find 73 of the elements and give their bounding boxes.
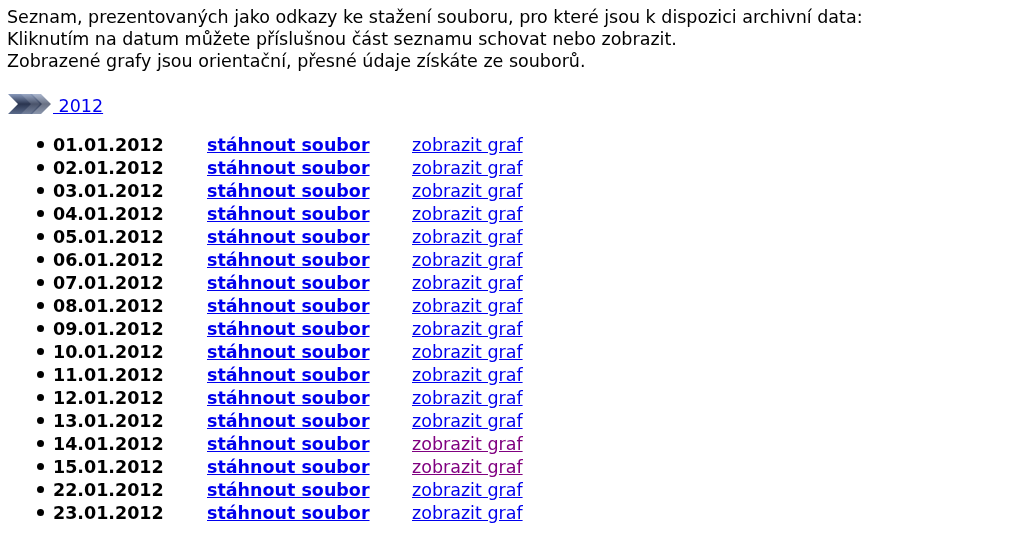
date-text: 14.01.2012 (53, 433, 165, 454)
download-link[interactable]: stáhnout soubor (207, 203, 412, 224)
download-link[interactable]: stáhnout soubor (207, 410, 412, 431)
download-link[interactable]: stáhnout soubor (207, 479, 412, 500)
chart-link[interactable]: zobrazit graf (412, 364, 523, 385)
bullet-icon (37, 417, 44, 424)
chart-link[interactable]: zobrazit graf (412, 410, 523, 431)
download-link[interactable]: stáhnout soubor (207, 272, 412, 293)
date-text: 07.01.2012 (53, 272, 165, 293)
bullet-icon (37, 141, 44, 148)
date-text: 08.01.2012 (53, 295, 165, 316)
chart-link[interactable]: zobrazit graf (412, 433, 523, 454)
date-text: 01.01.2012 (53, 134, 165, 155)
bullet-icon (37, 164, 44, 171)
download-link[interactable]: stáhnout soubor (207, 364, 412, 385)
bullet-icon (37, 187, 44, 194)
chart-link[interactable]: zobrazit graf (412, 295, 523, 316)
chart-link[interactable]: zobrazit graf (412, 249, 523, 270)
intro-text: Kliknutím na datum můžete příslušnou část seznamu schovat nebo zobrazit. (7, 28, 678, 50)
chevron-icon[interactable] (7, 92, 53, 116)
chart-link[interactable]: zobrazit graf (412, 341, 523, 362)
download-link[interactable]: stáhnout soubor (207, 318, 412, 339)
chart-link[interactable]: zobrazit graf (412, 203, 523, 224)
chart-link[interactable]: zobrazit graf (412, 134, 523, 155)
date-text: 05.01.2012 (53, 226, 165, 247)
date-text: 04.01.2012 (53, 203, 165, 224)
chart-link[interactable]: zobrazit graf (412, 180, 523, 201)
bullet-icon (37, 210, 44, 217)
download-link[interactable]: stáhnout soubor (207, 433, 412, 454)
download-link[interactable]: stáhnout soubor (207, 341, 412, 362)
chart-link[interactable]: zobrazit graf (412, 272, 523, 293)
date-text: 23.01.2012 (53, 502, 165, 523)
download-link[interactable]: stáhnout soubor (207, 134, 412, 155)
bullet-icon (37, 325, 44, 332)
date-text: 22.01.2012 (53, 479, 165, 500)
bullet-icon (37, 348, 44, 355)
intro-text: Zobrazené grafy jsou orientační, přesné údaje získáte ze souborů. (7, 50, 587, 72)
download-link[interactable]: stáhnout soubor (207, 502, 412, 523)
chart-link[interactable]: zobrazit graf (412, 318, 523, 339)
download-link[interactable]: stáhnout soubor (207, 387, 412, 408)
date-text: 13.01.2012 (53, 410, 165, 431)
intro-text: Seznam, prezentovaných jako odkazy ke stažení souboru, pro které jsou k dispozici archivní data: (7, 6, 864, 28)
bullet-icon (37, 256, 44, 263)
date-text: 03.01.2012 (53, 180, 165, 201)
date-text: 11.01.2012 (53, 364, 165, 385)
bullet-icon (37, 302, 44, 309)
bullet-icon (37, 394, 44, 401)
chart-link[interactable]: zobrazit graf (412, 157, 523, 178)
bullet-icon (37, 463, 44, 470)
download-link[interactable]: stáhnout soubor (207, 249, 412, 270)
date-text: 10.01.2012 (53, 341, 165, 362)
chart-link[interactable]: zobrazit graf (412, 226, 523, 247)
date-text: 12.01.2012 (53, 387, 165, 408)
download-link[interactable]: stáhnout soubor (207, 157, 412, 178)
chart-link[interactable]: zobrazit graf (412, 387, 523, 408)
bullet-icon (37, 371, 44, 378)
date-text: 09.01.2012 (53, 318, 165, 339)
date-text: 06.01.2012 (53, 249, 165, 270)
chart-link[interactable]: zobrazit graf (412, 502, 523, 523)
chart-link[interactable]: zobrazit graf (412, 456, 523, 477)
bullet-icon (37, 279, 44, 286)
date-text: 15.01.2012 (53, 456, 165, 477)
download-link[interactable]: stáhnout soubor (207, 180, 412, 201)
chart-link[interactable]: zobrazit graf (412, 479, 523, 500)
download-link[interactable]: stáhnout soubor (207, 456, 412, 477)
download-link[interactable]: stáhnout soubor (207, 226, 412, 247)
bullet-icon (37, 509, 44, 516)
bullet-icon (37, 486, 44, 493)
download-link[interactable]: stáhnout soubor (207, 295, 412, 316)
bullet-icon (37, 440, 44, 447)
year-link[interactable]: 2012 (53, 96, 104, 116)
date-text: 02.01.2012 (53, 157, 165, 178)
bullet-icon (37, 233, 44, 240)
